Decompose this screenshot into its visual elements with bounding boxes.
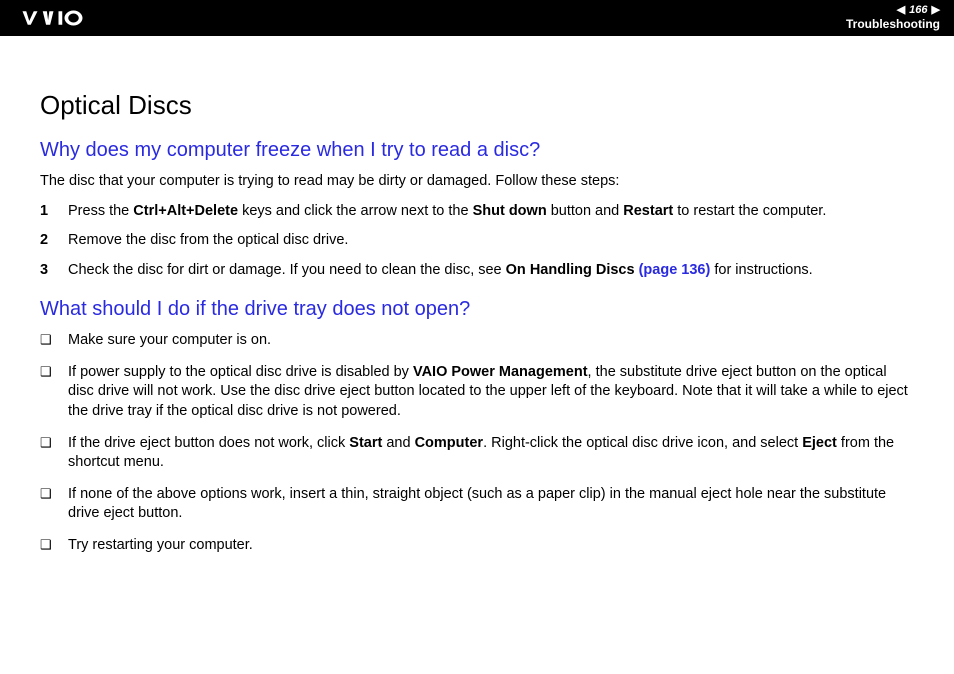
checkbox-icon <box>40 536 68 556</box>
intro-text-1: The disc that your computer is trying to… <box>40 172 914 192</box>
bullet-list: Make sure your computer is on. If power … <box>40 331 914 555</box>
page-reference-link[interactable]: (page 136) <box>635 262 711 278</box>
step-item: Press the Ctrl+Alt+Delete keys and click… <box>40 202 914 222</box>
step-text: Check the disc for dirt or damage. If yo… <box>68 261 914 281</box>
step-text: Press the Ctrl+Alt+Delete keys and click… <box>68 202 914 222</box>
checkbox-icon <box>40 434 68 473</box>
header-right: ◀ 166 ▶ Troubleshooting <box>846 4 940 32</box>
page-content: Optical Discs Why does my computer freez… <box>0 36 954 587</box>
bullet-text: If power supply to the optical disc driv… <box>68 363 914 422</box>
checkbox-icon <box>40 331 68 351</box>
list-item: If power supply to the optical disc driv… <box>40 363 914 422</box>
list-item: Make sure your computer is on. <box>40 331 914 351</box>
page-navigation: ◀ 166 ▶ <box>897 4 940 17</box>
prev-page-arrow[interactable]: ◀ <box>897 4 905 17</box>
bullet-text: Try restarting your computer. <box>68 536 914 556</box>
steps-list: Press the Ctrl+Alt+Delete keys and click… <box>40 202 914 281</box>
step-item: Check the disc for dirt or damage. If yo… <box>40 261 914 281</box>
bullet-text: If none of the above options work, inser… <box>68 485 914 524</box>
step-text: Remove the disc from the optical disc dr… <box>68 231 914 251</box>
vaio-logo <box>20 9 112 27</box>
page-number: 166 <box>909 4 927 17</box>
question-heading-1: Why does my computer freeze when I try t… <box>40 139 914 162</box>
page-header: ◀ 166 ▶ Troubleshooting <box>0 0 954 36</box>
next-page-arrow[interactable]: ▶ <box>932 4 940 17</box>
bullet-text: Make sure your computer is on. <box>68 331 914 351</box>
list-item: If none of the above options work, inser… <box>40 485 914 524</box>
checkbox-icon <box>40 363 68 422</box>
section-label: Troubleshooting <box>846 17 940 31</box>
topic-title: Optical Discs <box>40 90 914 121</box>
list-item: If the drive eject button does not work,… <box>40 434 914 473</box>
step-item: Remove the disc from the optical disc dr… <box>40 231 914 251</box>
question-heading-2: What should I do if the drive tray does … <box>40 298 914 321</box>
checkbox-icon <box>40 485 68 524</box>
list-item: Try restarting your computer. <box>40 536 914 556</box>
bullet-text: If the drive eject button does not work,… <box>68 434 914 473</box>
